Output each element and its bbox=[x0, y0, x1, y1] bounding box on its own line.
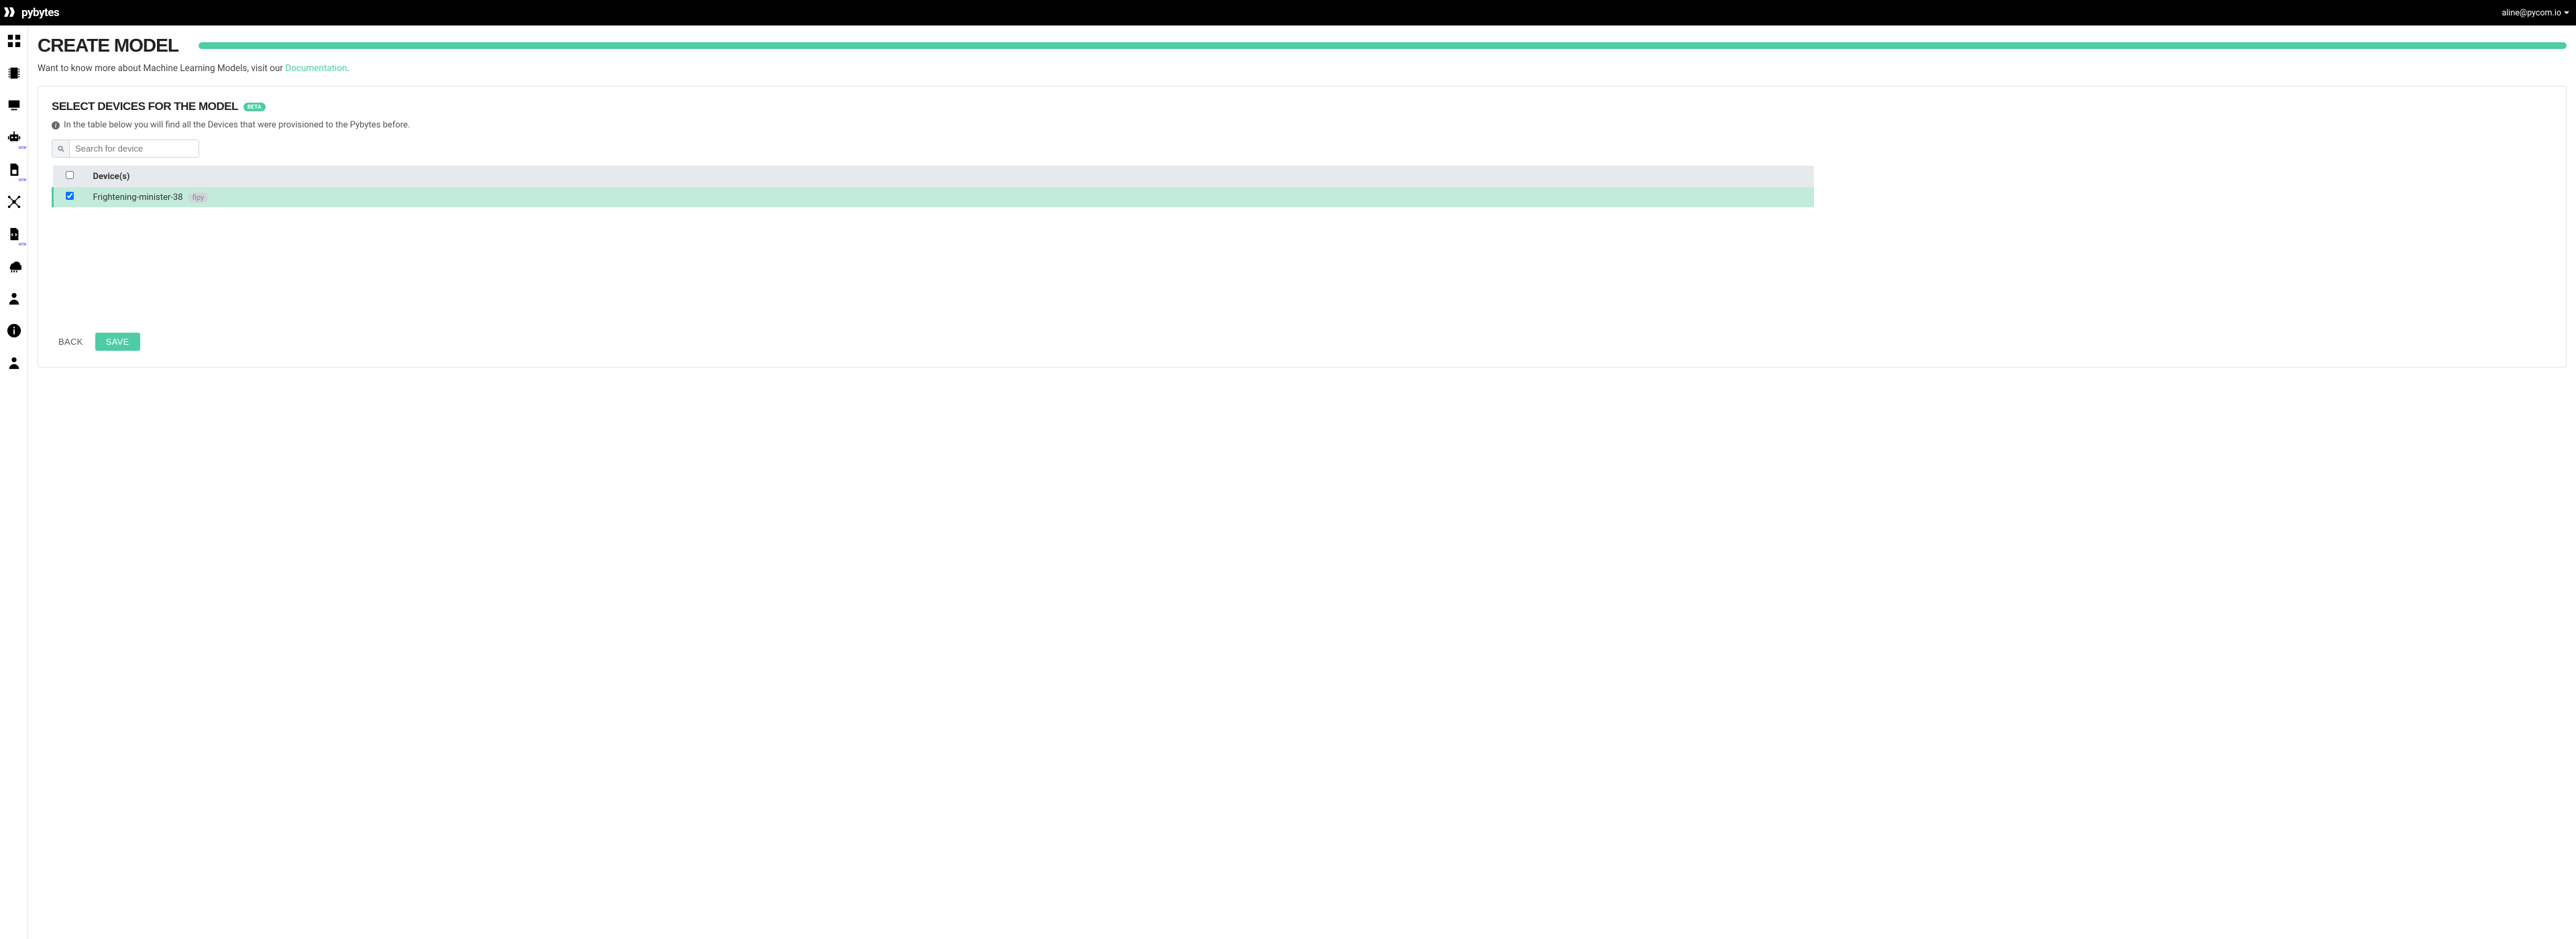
beta-badge: BETA bbox=[244, 103, 266, 111]
monitor-icon bbox=[7, 98, 21, 115]
info-text: In the table below you will find all the… bbox=[64, 120, 410, 130]
grid-icon bbox=[7, 34, 21, 51]
sidebar-item-sim-cards[interactable]: NEW bbox=[7, 164, 21, 178]
page-header: Create Model bbox=[38, 35, 2567, 56]
subtext-suffix: . bbox=[347, 63, 350, 74]
user-icon bbox=[7, 355, 21, 373]
sidebar-item-provisioning[interactable] bbox=[7, 99, 21, 114]
code-file-icon bbox=[7, 227, 21, 244]
save-button[interactable]: SAVE bbox=[95, 333, 140, 351]
sim-icon bbox=[7, 162, 21, 180]
subtext-prefix: Want to know more about Machine Learning… bbox=[38, 63, 285, 74]
sidebar-item-profile[interactable] bbox=[7, 357, 21, 372]
info-line: i In the table below you will find all t… bbox=[52, 120, 2553, 130]
main-content: Create Model Want to know more about Mac… bbox=[28, 25, 2576, 939]
sidebar-item-ml-models[interactable]: NEW bbox=[7, 131, 21, 146]
back-button[interactable]: BACK bbox=[58, 337, 83, 347]
search-wrap bbox=[52, 140, 199, 158]
device-column-header: Device(s) bbox=[87, 166, 1814, 187]
select-all-header bbox=[53, 166, 87, 187]
network-icon bbox=[7, 195, 21, 212]
brand-name: pybytes bbox=[21, 6, 59, 19]
sidebar-item-code[interactable]: NEW bbox=[7, 228, 21, 243]
brand-logo[interactable]: pybytes bbox=[4, 6, 59, 19]
table-row[interactable]: Frightening-minister-38 fipy bbox=[53, 187, 1814, 207]
info-icon: i bbox=[52, 121, 60, 129]
info-icon bbox=[7, 323, 21, 341]
progress-bar bbox=[199, 42, 2567, 49]
select-all-checkbox[interactable] bbox=[66, 171, 74, 179]
logo-icon bbox=[4, 7, 19, 19]
page-subtext: Want to know more about Machine Learning… bbox=[38, 63, 2567, 74]
devices-table: Device(s) Frightening-minister-38 fipy bbox=[52, 166, 1815, 207]
cloud-rain-icon bbox=[7, 259, 21, 276]
sidebar-item-dashboard[interactable] bbox=[7, 35, 21, 50]
page-title: Create Model bbox=[38, 35, 178, 56]
search-input[interactable] bbox=[69, 140, 199, 158]
sidebar-item-users[interactable] bbox=[7, 292, 21, 307]
sidebar-item-releases[interactable] bbox=[7, 260, 21, 275]
sidebar-item-info[interactable] bbox=[7, 325, 21, 339]
topbar: pybytes aline@pycom.io bbox=[0, 0, 2576, 25]
sidebar: NEW NEW NEW bbox=[0, 25, 28, 939]
robot-icon bbox=[7, 130, 21, 148]
device-name: Frightening-minister-38 bbox=[93, 192, 183, 203]
devices-card: Select Devices for the Model BETA i In t… bbox=[38, 86, 2567, 368]
sidebar-item-integrations[interactable] bbox=[7, 196, 21, 211]
progress-fill bbox=[199, 42, 2567, 49]
user-menu[interactable]: aline@pycom.io bbox=[2502, 8, 2569, 18]
chevron-down-icon bbox=[2564, 11, 2569, 14]
card-footer: BACK SAVE bbox=[52, 317, 2553, 351]
row-checkbox[interactable] bbox=[66, 192, 74, 200]
user-email: aline@pycom.io bbox=[2502, 8, 2561, 18]
documentation-link[interactable]: Documentation bbox=[285, 63, 347, 74]
section-title: Select Devices for the Model bbox=[52, 100, 238, 113]
user-icon bbox=[7, 291, 21, 309]
new-badge: NEW bbox=[19, 146, 27, 150]
new-badge: NEW bbox=[19, 178, 27, 182]
search-icon bbox=[52, 140, 69, 158]
chip-icon bbox=[7, 66, 21, 83]
new-badge: NEW bbox=[19, 243, 27, 247]
sidebar-item-devices[interactable] bbox=[7, 67, 21, 82]
device-type-badge: fipy bbox=[188, 192, 209, 203]
